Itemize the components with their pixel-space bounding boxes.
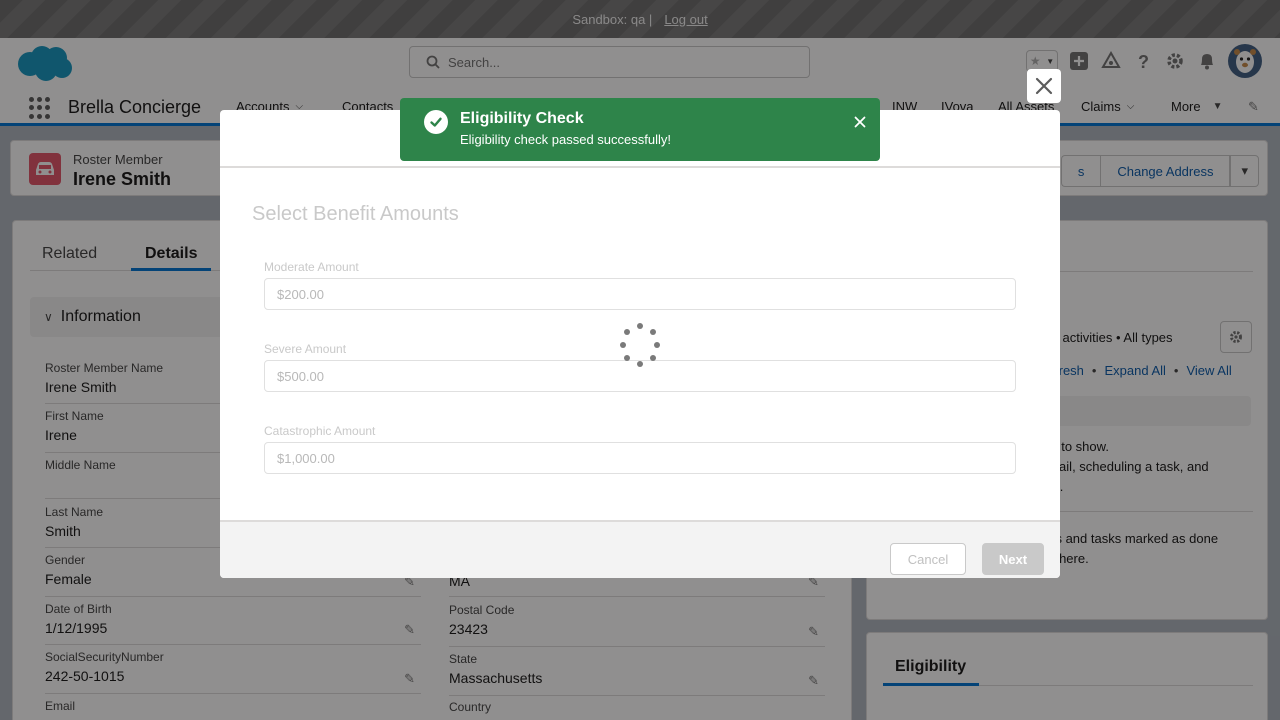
severe-amount-label: Severe Amount xyxy=(264,342,347,356)
toast-title: Eligibility Check xyxy=(460,110,584,127)
modal-footer: Cancel Next xyxy=(220,520,1060,578)
modal-subtitle: Select Benefit Amounts xyxy=(252,203,459,225)
catastrophic-amount-input[interactable]: $1,000.00 xyxy=(264,442,1016,474)
toast-message: Eligibility check passed successfully! xyxy=(460,132,671,147)
moderate-amount-label: Moderate Amount xyxy=(264,260,359,274)
modal-body: Select Benefit Amounts Moderate Amount $… xyxy=(220,170,1060,520)
catastrophic-amount-label: Catastrophic Amount xyxy=(264,424,376,438)
moderate-amount-input[interactable]: $200.00 xyxy=(264,278,1016,310)
benefit-amounts-modal: Select Benefit Amounts Moderate Amount $… xyxy=(220,110,1060,578)
success-toast: Eligibility Check Eligibility check pass… xyxy=(400,98,880,161)
success-check-icon xyxy=(424,110,448,134)
next-button[interactable]: Next xyxy=(982,543,1044,575)
loading-spinner-icon xyxy=(620,323,660,367)
input-value: $200.00 xyxy=(277,286,324,302)
toast-close-icon[interactable] xyxy=(852,114,868,130)
input-value: $1,000.00 xyxy=(277,450,335,466)
input-value: $500.00 xyxy=(277,368,324,384)
cancel-button[interactable]: Cancel xyxy=(890,543,966,575)
modal-close-icon[interactable] xyxy=(1027,69,1061,103)
